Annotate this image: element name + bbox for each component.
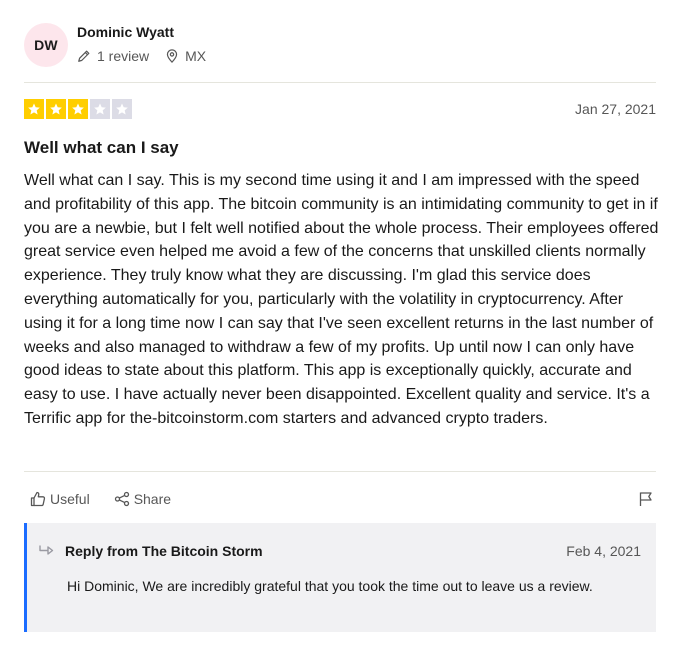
- review-count: 1 review: [77, 47, 149, 65]
- review-card: DW Dominic Wyatt 1 review MX Jan 27, 202…: [0, 0, 678, 656]
- company-reply: Reply from The Bitcoin Storm Feb 4, 2021…: [24, 523, 656, 632]
- reply-date: Feb 4, 2021: [566, 543, 641, 559]
- review-body: Well what can I say. This is my second t…: [24, 172, 659, 427]
- consumer-meta: 1 review MX: [77, 47, 206, 65]
- report-button[interactable]: [638, 491, 654, 507]
- consumer-header: DW Dominic Wyatt 1 review MX: [24, 21, 206, 69]
- useful-button[interactable]: Useful: [30, 491, 90, 507]
- share-label: Share: [133, 491, 172, 507]
- consumer-country: MX: [165, 47, 206, 65]
- consumer-name[interactable]: Dominic Wyatt: [77, 23, 206, 41]
- review-date: Jan 27, 2021: [575, 101, 656, 117]
- divider: [24, 471, 656, 472]
- reply-header: Reply from The Bitcoin Storm Feb 4, 2021: [39, 543, 641, 559]
- star-icon: [90, 99, 110, 119]
- star-icon: [24, 99, 44, 119]
- star-icon: [46, 99, 66, 119]
- useful-label: Useful: [50, 491, 90, 507]
- rating-row: Jan 27, 2021: [24, 98, 656, 120]
- avatar[interactable]: DW: [24, 23, 68, 67]
- pencil-icon: [78, 50, 90, 62]
- star-rating: [24, 99, 134, 119]
- reply-from: Reply from The Bitcoin Storm: [65, 543, 263, 559]
- review-count-label: 1 review: [97, 48, 150, 64]
- thumbs-up-icon: [30, 491, 46, 507]
- reply-text: Hi Dominic, We are incredibly grateful t…: [67, 578, 593, 594]
- consumer-info: Dominic Wyatt 1 review MX: [77, 23, 206, 65]
- location-pin-icon: [166, 49, 178, 63]
- country-label: MX: [185, 48, 207, 64]
- review-actions: Useful Share: [30, 489, 656, 509]
- share-icon: [114, 491, 129, 507]
- share-button[interactable]: Share: [114, 491, 171, 507]
- flag-icon: [639, 492, 652, 506]
- star-icon: [68, 99, 88, 119]
- reply-arrow-icon: [39, 545, 54, 555]
- divider: [24, 82, 656, 83]
- review-title[interactable]: Well what can I say: [24, 138, 179, 158]
- star-icon: [112, 99, 132, 119]
